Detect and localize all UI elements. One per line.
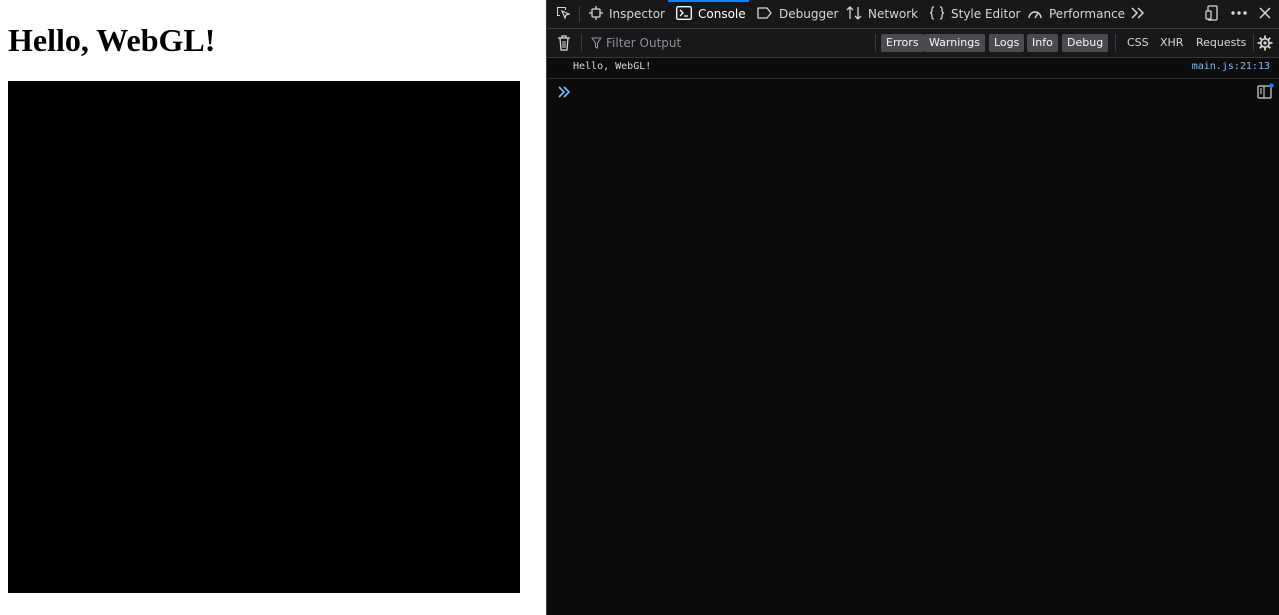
tab-label: Performance bbox=[1049, 7, 1126, 21]
webgl-canvas[interactable] bbox=[8, 81, 520, 593]
filter-errors-button[interactable]: Errors bbox=[881, 34, 924, 52]
filter-info-button[interactable]: Info bbox=[1027, 34, 1058, 52]
console-settings-button[interactable] bbox=[1257, 35, 1273, 55]
close-icon bbox=[1258, 6, 1278, 23]
console-message: Hello, WebGL! main.js:21:13 bbox=[547, 58, 1279, 79]
gear-icon bbox=[1257, 35, 1273, 55]
console-input[interactable] bbox=[547, 80, 1279, 104]
style-editor-icon bbox=[929, 5, 951, 23]
filter-output-input[interactable]: Filter Output bbox=[591, 29, 871, 57]
inspector-icon bbox=[589, 5, 609, 23]
console-message-source-link[interactable]: main.js:21:13 bbox=[1192, 61, 1270, 72]
split-editor-icon bbox=[1257, 83, 1274, 104]
tab-label: Inspector bbox=[609, 7, 665, 21]
tab-label: Network bbox=[868, 7, 919, 21]
input-prompt-icon bbox=[557, 84, 571, 103]
tab-debugger[interactable]: Debugger bbox=[757, 0, 838, 28]
responsive-design-button[interactable] bbox=[1205, 0, 1227, 28]
ellipsis-icon bbox=[1230, 6, 1254, 23]
tab-performance[interactable]: Performance bbox=[1027, 0, 1125, 28]
chevron-double-right-icon bbox=[1130, 6, 1152, 23]
network-icon bbox=[846, 5, 868, 23]
page-viewport: Hello, WebGL! bbox=[0, 0, 546, 615]
responsive-mode-icon bbox=[1205, 4, 1227, 24]
debugger-icon bbox=[757, 6, 779, 23]
filter-divider bbox=[1253, 34, 1254, 52]
close-devtools-button[interactable] bbox=[1258, 0, 1278, 28]
picker-icon bbox=[555, 5, 577, 24]
tab-label: Debugger bbox=[779, 7, 839, 21]
performance-icon bbox=[1027, 6, 1049, 23]
filter-divider bbox=[581, 34, 582, 52]
filter-icon bbox=[591, 37, 602, 49]
devtools-panel: Inspector Console Debugger Network Style… bbox=[546, 0, 1279, 615]
filter-placeholder: Filter Output bbox=[606, 36, 682, 50]
filter-requests-button[interactable]: Requests bbox=[1196, 34, 1246, 52]
filter-logs-button[interactable]: Logs bbox=[989, 34, 1025, 52]
tab-label: Console bbox=[698, 7, 746, 21]
filter-css-button[interactable]: CSS bbox=[1127, 34, 1149, 52]
console-filter-bar: Filter Output Errors Warnings Logs Info … bbox=[547, 29, 1279, 58]
filter-divider bbox=[875, 34, 876, 52]
clear-console-button[interactable] bbox=[557, 35, 571, 55]
filter-divider bbox=[1115, 34, 1116, 52]
devtools-menu-button[interactable] bbox=[1230, 0, 1254, 28]
console-icon bbox=[676, 5, 698, 23]
more-tools-button[interactable] bbox=[1130, 0, 1152, 28]
tab-label: Style Editor bbox=[951, 7, 1021, 21]
filter-xhr-button[interactable]: XHR bbox=[1160, 34, 1183, 52]
console-message-text: Hello, WebGL! bbox=[573, 61, 652, 72]
editor-mode-toggle-button[interactable] bbox=[1257, 83, 1274, 104]
filter-debug-button[interactable]: Debug bbox=[1062, 34, 1109, 52]
filter-warnings-button[interactable]: Warnings bbox=[924, 34, 985, 52]
tab-network[interactable]: Network bbox=[846, 0, 918, 28]
trash-icon bbox=[557, 35, 571, 55]
page-heading: Hello, WebGL! bbox=[8, 22, 216, 58]
toolbar-divider bbox=[579, 6, 580, 22]
tab-inspector[interactable]: Inspector bbox=[589, 0, 665, 28]
tab-style-editor[interactable]: Style Editor bbox=[929, 0, 1020, 28]
tab-console[interactable]: Console bbox=[676, 0, 746, 28]
devtools-toolbar: Inspector Console Debugger Network Style… bbox=[547, 0, 1279, 29]
element-picker-button[interactable] bbox=[555, 0, 577, 28]
